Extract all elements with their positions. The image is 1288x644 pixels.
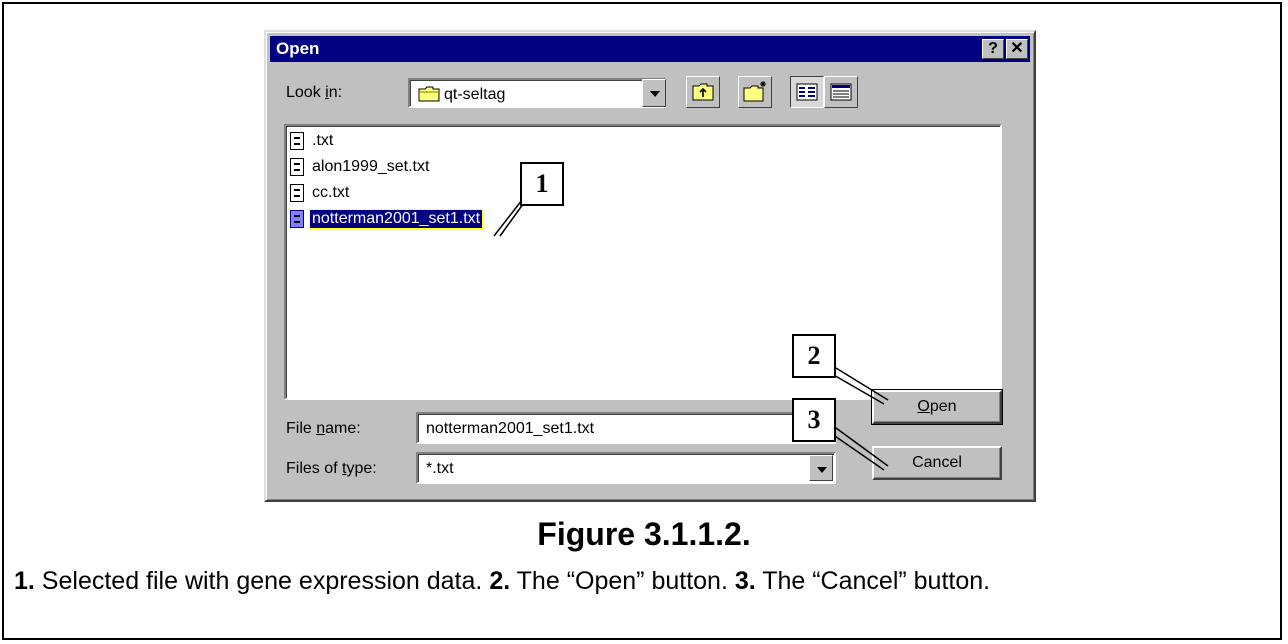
callout-3: 3 <box>792 398 836 442</box>
callout-1: 1 <box>520 162 564 206</box>
figure-title: Figure 3.1.1.2. <box>537 516 751 552</box>
callout-2: 2 <box>792 334 836 378</box>
figure-caption: 1. Selected file with gene expression da… <box>14 567 991 595</box>
